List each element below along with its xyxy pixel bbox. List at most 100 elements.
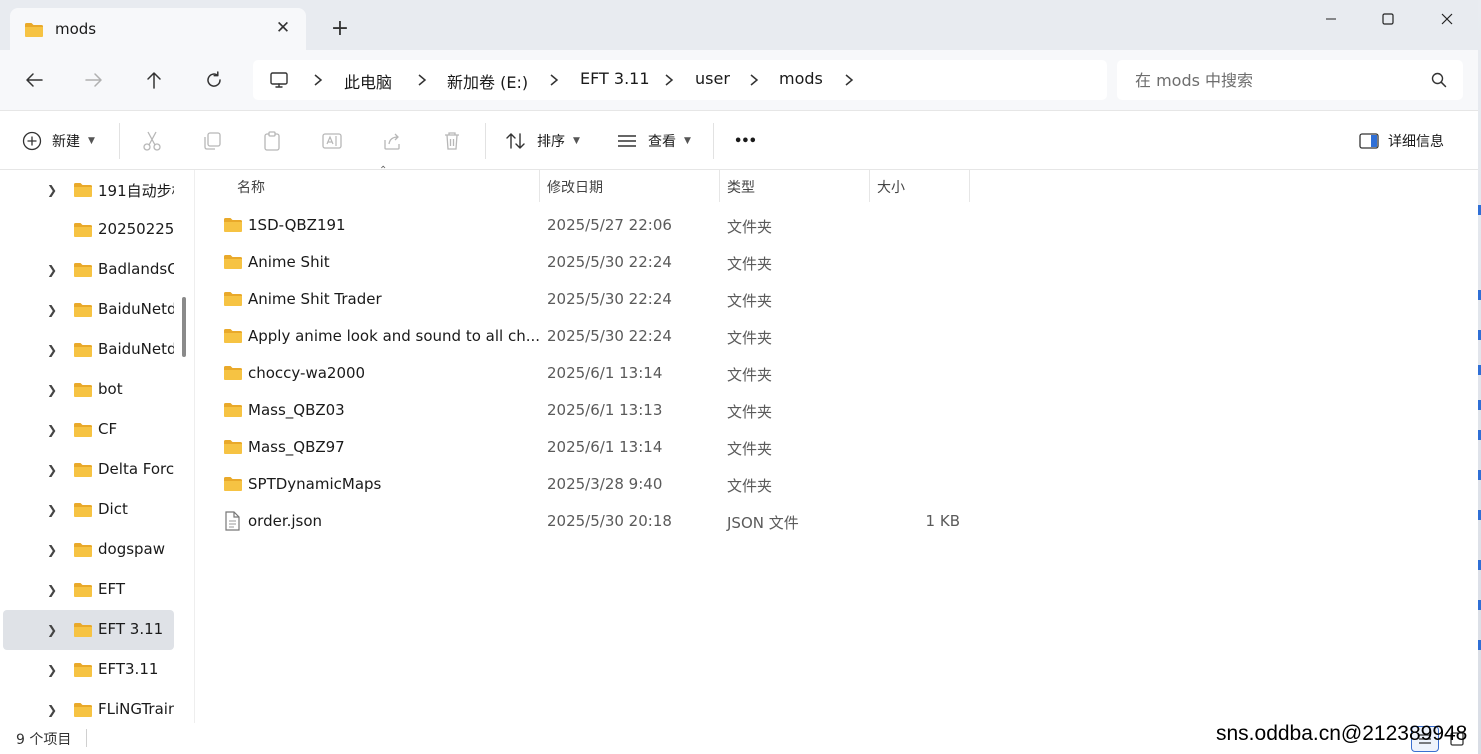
tab-title: mods (55, 20, 97, 38)
sidebar-item-label: EFT (98, 580, 126, 598)
file-date: 2025/5/30 22:24 (547, 327, 672, 345)
file-row[interactable]: Mass_QBZ97 2025/6/1 13:14 文件夹 (195, 429, 1478, 466)
sidebar-item[interactable]: 20250225 (3, 210, 174, 250)
sidebar-item[interactable]: ❯ EFT3.11 (3, 650, 174, 690)
back-button[interactable] (18, 65, 50, 95)
refresh-button[interactable] (198, 65, 230, 95)
copy-icon (204, 132, 221, 150)
rename-button[interactable] (321, 129, 343, 153)
folder-icon (73, 702, 93, 722)
file-name: Mass_QBZ97 (248, 438, 345, 456)
sidebar-item[interactable]: ❯ EFT (3, 570, 174, 610)
column-header-date[interactable]: 修改日期 (547, 170, 603, 202)
file-date: 2025/5/30 22:24 (547, 253, 672, 271)
chevron-right-icon[interactable] (662, 72, 676, 88)
column-header-type[interactable]: 类型 (727, 170, 755, 202)
window-close-button[interactable] (1424, 4, 1470, 34)
computer-icon[interactable] (269, 70, 289, 94)
sidebar-item[interactable]: ❯ BaiduNetd (3, 290, 174, 330)
chevron-right-icon[interactable]: ❯ (47, 383, 57, 397)
sidebar-item[interactable]: ❯ FLiNGTrain (3, 690, 174, 723)
new-tab-button[interactable]: + (327, 16, 353, 42)
breadcrumb-eft-3-11[interactable]: EFT 3.11 (580, 69, 650, 88)
column-header-name[interactable]: 名称 (237, 170, 265, 202)
file-row[interactable]: Mass_QBZ03 2025/6/1 13:13 文件夹 (195, 392, 1478, 429)
breadcrumb-this-pc[interactable]: 此电脑 (344, 69, 392, 93)
chevron-right-icon[interactable]: ❯ (47, 343, 57, 357)
cut-button[interactable] (141, 129, 163, 153)
file-row[interactable]: SPTDynamicMaps 2025/3/28 9:40 文件夹 (195, 466, 1478, 503)
sort-button[interactable]: 排序 ▼ (505, 129, 580, 153)
copy-button[interactable] (201, 129, 223, 153)
column-divider[interactable] (719, 170, 720, 202)
sidebar-item[interactable]: ❯ 191自动步枪 (3, 170, 174, 210)
chevron-right-icon[interactable]: ❯ (47, 583, 57, 597)
sidebar-item-label: bot (98, 380, 123, 398)
arrow-up-icon (147, 72, 161, 89)
up-button[interactable] (138, 65, 170, 95)
column-divider[interactable] (869, 170, 870, 202)
sidebar-scrollbar[interactable] (182, 297, 186, 357)
maximize-button[interactable] (1365, 4, 1411, 34)
chevron-right-icon[interactable]: ❯ (47, 543, 57, 557)
maximize-icon (1382, 13, 1394, 25)
sidebar-item[interactable]: ❯ Dict (3, 490, 174, 530)
column-header-size[interactable]: 大小 (877, 170, 905, 202)
chevron-right-icon[interactable]: ❯ (47, 663, 57, 677)
chevron-right-icon[interactable]: ❯ (47, 423, 57, 437)
minimize-button[interactable] (1308, 4, 1354, 34)
close-icon[interactable]: ✕ (272, 17, 294, 39)
chevron-right-icon[interactable]: ❯ (47, 503, 57, 517)
address-bar[interactable]: 此电脑 新加卷 (E:) EFT 3.11 user mods (253, 60, 1107, 100)
chevron-right-icon[interactable] (547, 72, 561, 88)
paste-button[interactable] (261, 129, 283, 153)
more-options-button[interactable]: ••• (734, 129, 757, 153)
file-row[interactable]: order.json 2025/5/30 20:18 JSON 文件 1 KB (195, 503, 1478, 540)
chevron-right-icon[interactable]: ❯ (47, 303, 57, 317)
chevron-right-icon[interactable] (747, 72, 761, 88)
sidebar-item[interactable]: ❯ EFT 3.11 (3, 610, 174, 650)
chevron-right-icon[interactable] (311, 72, 325, 88)
delete-button[interactable] (441, 129, 463, 153)
share-button[interactable] (381, 129, 403, 153)
sidebar-item[interactable]: ❯ Delta Force (3, 450, 174, 490)
breadcrumb-user[interactable]: user (695, 69, 730, 88)
chevron-right-icon[interactable] (842, 72, 856, 88)
chevron-right-icon[interactable]: ❯ (47, 263, 57, 277)
sidebar-item[interactable]: ❯ CF (3, 410, 174, 450)
folder-icon (73, 302, 93, 322)
search-box[interactable] (1117, 60, 1463, 100)
file-type: JSON 文件 (727, 514, 799, 532)
sidebar-item[interactable]: ❯ bot (3, 370, 174, 410)
chevron-right-icon[interactable] (415, 72, 429, 88)
file-row[interactable]: 1SD-QBZ191 2025/5/27 22:06 文件夹 (195, 207, 1478, 244)
sidebar-item[interactable]: ❯ dogspaw (3, 530, 174, 570)
details-pane-button[interactable]: 详细信息 (1358, 129, 1444, 153)
view-button[interactable]: 查看 ▼ (616, 129, 691, 153)
file-name: Anime Shit (248, 253, 330, 271)
details-label: 详细信息 (1388, 134, 1444, 150)
breadcrumb-drive-e[interactable]: 新加卷 (E:) (447, 69, 528, 93)
file-row[interactable]: choccy-wa2000 2025/6/1 13:14 文件夹 (195, 355, 1478, 392)
chevron-right-icon[interactable]: ❯ (47, 463, 57, 477)
forward-button[interactable] (78, 65, 110, 95)
file-row[interactable]: Anime Shit 2025/5/30 22:24 文件夹 (195, 244, 1478, 281)
column-divider[interactable] (539, 170, 540, 202)
sidebar-item-label: 191自动步枪 (98, 182, 174, 200)
chevron-right-icon[interactable]: ❯ (47, 623, 57, 637)
column-divider[interactable] (969, 170, 970, 202)
search-icon[interactable] (1431, 72, 1447, 92)
file-row[interactable]: Anime Shit Trader 2025/5/30 22:24 文件夹 (195, 281, 1478, 318)
sidebar-item[interactable]: ❯ BadlandsC (3, 250, 174, 290)
chevron-right-icon[interactable]: ❯ (47, 703, 57, 717)
trash-icon (445, 132, 459, 150)
breadcrumb-mods[interactable]: mods (779, 69, 823, 88)
folder-icon (24, 22, 44, 42)
file-row[interactable]: Apply anime look and sound to all ch... 2… (195, 318, 1478, 355)
tab-mods[interactable]: mods ✕ (10, 8, 306, 50)
search-input[interactable] (1117, 60, 1417, 100)
sidebar-item[interactable]: ❯ BaiduNetd (3, 330, 174, 370)
new-button[interactable]: 新建 ▼ (22, 129, 95, 153)
chevron-right-icon[interactable]: ❯ (47, 183, 57, 197)
share-icon (384, 133, 400, 150)
